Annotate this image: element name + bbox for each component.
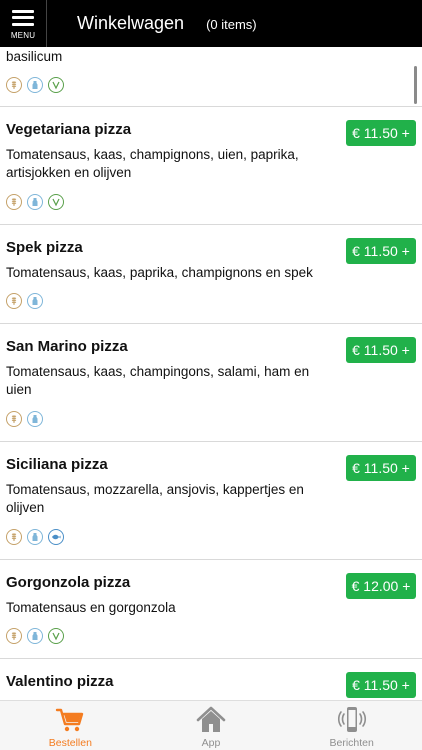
list-item[interactable]: Valentino pizza € 11.50 + [0,659,422,700]
item-description: Tomatensaus, kaas, champignons, uien, pa… [6,147,299,180]
list-item[interactable]: basilicum [0,47,422,107]
wheat-icon [6,77,22,93]
product-list[interactable]: basilicum Vegetariana pizza € 11.50 + To… [0,47,422,700]
tab-berichten[interactable]: Berichten [281,701,422,750]
menu-button[interactable]: MENU [0,0,46,47]
tab-bestellen[interactable]: Bestellen [0,701,141,750]
menu-label: MENU [10,30,36,40]
item-name: Spek pizza [6,239,83,256]
milk-icon [27,411,43,427]
allergen-icons [6,628,64,644]
milk-icon [27,77,43,93]
item-description: Tomatensaus, mozzarella, ansjovis, kappe… [6,482,304,515]
allergen-icons [6,77,64,93]
milk-icon [27,194,43,210]
cart-item-count[interactable]: (0 items) [206,17,257,32]
tab-label: Bestellen [48,737,92,749]
allergen-icons [6,411,43,427]
list-item[interactable]: Spek pizza € 11.50 + Tomatensaus, kaas, … [0,225,422,324]
add-to-cart-button[interactable]: € 11.50 + [346,337,416,363]
tab-app[interactable]: App [141,701,282,750]
item-description: basilicum [6,49,63,64]
vegetarian-icon [48,628,64,644]
bottom-tab-bar: Bestellen App Berichten [0,700,422,750]
milk-icon [27,529,43,545]
hamburger-icon [12,9,34,26]
cart-icon [56,708,84,732]
fish-icon [48,529,64,545]
wheat-icon [6,411,22,427]
milk-icon [27,293,43,309]
wheat-icon [6,293,22,309]
item-description: Tomatensaus, kaas, paprika, champignons … [6,265,313,280]
tab-label: Berichten [329,737,374,749]
wheat-icon [6,628,22,644]
list-item[interactable]: Gorgonzola pizza € 12.00 + Tomatensaus e… [0,560,422,659]
top-bar: MENU Winkelwagen (0 items) [0,0,422,47]
vegetarian-icon [48,194,64,210]
wheat-icon [6,194,22,210]
add-to-cart-button[interactable]: € 11.50 + [346,238,416,264]
add-to-cart-button[interactable]: € 11.50 + [346,455,416,481]
item-name: Valentino pizza [6,673,114,690]
milk-icon [27,628,43,644]
scrollbar[interactable] [414,66,417,104]
vegetarian-icon [48,77,64,93]
allergen-icons [6,194,64,210]
item-name: Siciliana pizza [6,456,108,473]
list-item[interactable]: Siciliana pizza € 11.50 + Tomatensaus, m… [0,442,422,560]
list-item[interactable]: San Marino pizza € 11.50 + Tomatensaus, … [0,324,422,442]
cart-title[interactable]: Winkelwagen [77,13,184,34]
home-icon [196,706,226,732]
add-to-cart-button[interactable]: € 11.50 + [346,120,416,146]
item-description: Tomatensaus en gorgonzola [6,600,176,615]
item-name: Vegetariana pizza [6,121,132,138]
tab-label: App [201,737,221,749]
allergen-icons [6,293,43,309]
item-name: Gorgonzola pizza [6,574,131,591]
item-name: San Marino pizza [6,338,128,355]
add-to-cart-button[interactable]: € 12.00 + [346,573,416,599]
allergen-icons [6,529,64,545]
phone-notification-icon [337,707,366,732]
add-to-cart-button[interactable]: € 11.50 + [346,672,416,698]
item-description: Tomatensaus, kaas, champingons, salami, … [6,364,310,397]
header-divider [46,0,47,47]
list-item[interactable]: Vegetariana pizza € 11.50 + Tomatensaus,… [0,107,422,225]
wheat-icon [6,529,22,545]
